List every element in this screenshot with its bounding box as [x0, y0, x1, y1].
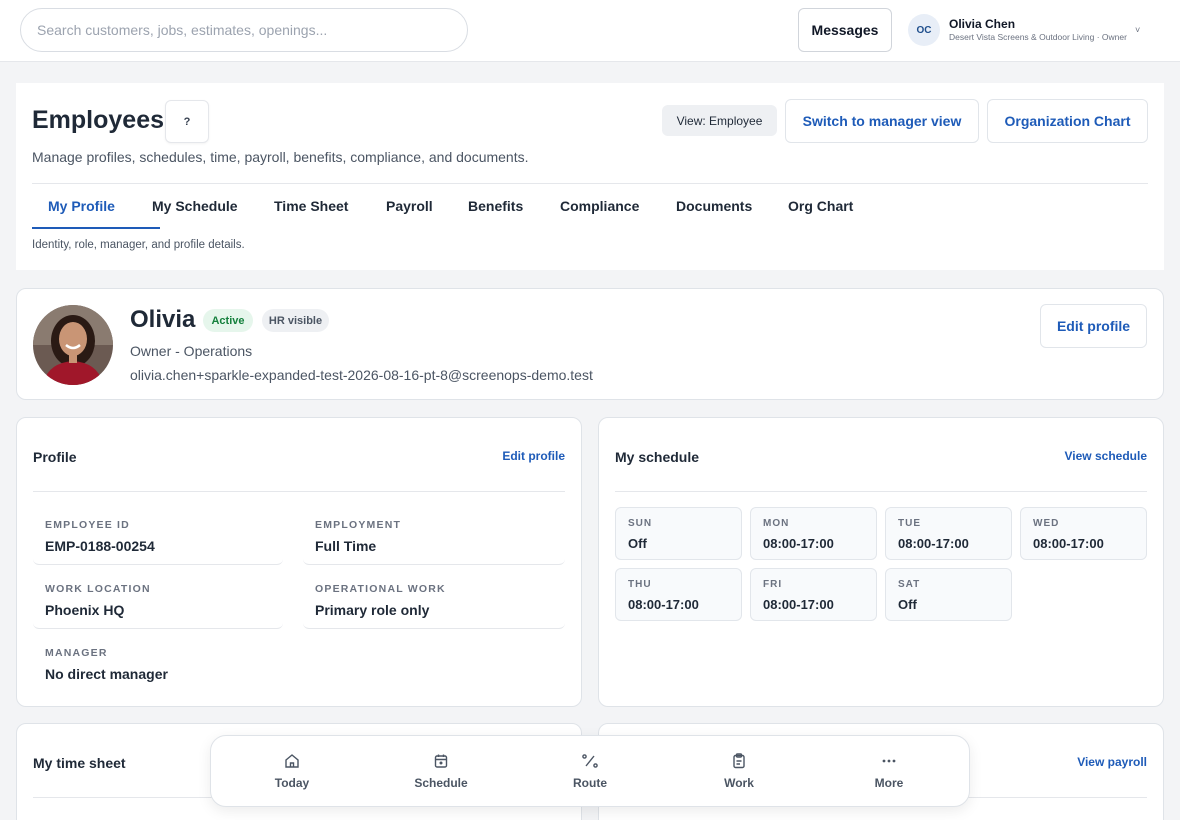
- user-org-role: Desert Vista Screens & Outdoor Living · …: [949, 31, 1127, 42]
- day-label: TUE: [898, 518, 921, 529]
- view-payroll-link[interactable]: View payroll: [1077, 755, 1147, 769]
- schedule-card: My schedule View schedule SUN Off MON 08…: [598, 417, 1164, 707]
- field-value: EMP-0188-00254: [45, 538, 155, 554]
- schedule-day-sun: SUN Off: [615, 507, 742, 560]
- nav-today[interactable]: Today: [247, 752, 337, 790]
- schedule-day-mon: MON 08:00-17:00: [750, 507, 877, 560]
- view-schedule-link[interactable]: View schedule: [1065, 449, 1147, 463]
- day-hours: 08:00-17:00: [1033, 536, 1104, 551]
- calendar-icon: [433, 752, 449, 770]
- field-label: WORK LOCATION: [45, 583, 151, 595]
- tab-my-schedule[interactable]: My Schedule: [152, 198, 238, 214]
- field-value: Primary role only: [315, 602, 430, 618]
- messages-button[interactable]: Messages: [798, 8, 892, 52]
- day-label: MON: [763, 518, 790, 529]
- day-label: FRI: [763, 579, 783, 590]
- field-label: OPERATIONAL WORK: [315, 583, 446, 595]
- card-title: My schedule: [615, 449, 700, 465]
- day-hours: 08:00-17:00: [763, 597, 834, 612]
- tab-compliance[interactable]: Compliance: [560, 198, 639, 214]
- day-label: THU: [628, 579, 652, 590]
- status-badge: Active: [203, 309, 253, 332]
- field-label: EMPLOYEE ID: [45, 519, 130, 531]
- switch-manager-view-button[interactable]: Switch to manager view: [785, 99, 979, 143]
- clipboard-icon: [731, 752, 747, 770]
- page-subtitle: Manage profiles, schedules, time, payrol…: [32, 149, 529, 165]
- avatar: OC: [908, 14, 940, 46]
- day-label: SUN: [628, 518, 653, 529]
- home-icon: [284, 752, 300, 770]
- field-manager: MANAGER No direct manager: [33, 637, 283, 693]
- search-input[interactable]: [21, 9, 467, 51]
- nav-work[interactable]: Work: [694, 752, 784, 790]
- nav-schedule[interactable]: Schedule: [396, 752, 486, 790]
- top-bar: Messages OC Olivia Chen Desert Vista Scr…: [0, 0, 1180, 62]
- tab-time-sheet[interactable]: Time Sheet: [274, 198, 348, 214]
- day-hours: 08:00-17:00: [898, 536, 969, 551]
- nav-label: Work: [724, 776, 754, 790]
- tab-org-chart[interactable]: Org Chart: [788, 198, 853, 214]
- tab-documents[interactable]: Documents: [676, 198, 752, 214]
- tab-payroll[interactable]: Payroll: [386, 198, 433, 214]
- visibility-badge: HR visible: [262, 309, 329, 332]
- day-hours: 08:00-17:00: [628, 597, 699, 612]
- bottom-navigation: Today Schedule Route Work More: [210, 735, 970, 807]
- nav-label: Today: [274, 776, 310, 790]
- field-operational-work: OPERATIONAL WORK Primary role only: [303, 573, 565, 629]
- search-box[interactable]: [20, 8, 468, 52]
- user-menu[interactable]: OC Olivia Chen Desert Vista Screens & Ou…: [908, 13, 1168, 47]
- field-work-location: WORK LOCATION Phoenix HQ: [33, 573, 283, 629]
- edit-profile-link[interactable]: Edit profile: [502, 449, 565, 463]
- more-icon: [881, 752, 897, 770]
- day-label: WED: [1033, 518, 1060, 529]
- profile-photo: [33, 305, 113, 385]
- tab-benefits[interactable]: Benefits: [468, 198, 523, 214]
- schedule-day-fri: FRI 08:00-17:00: [750, 568, 877, 621]
- schedule-day-thu: THU 08:00-17:00: [615, 568, 742, 621]
- profile-details-card: Profile Edit profile EMPLOYEE ID EMP-018…: [16, 417, 582, 707]
- day-hours: Off: [898, 597, 917, 612]
- field-value: Phoenix HQ: [45, 602, 125, 618]
- tabs-divider: [32, 183, 1148, 184]
- page-title: Employees: [32, 106, 165, 134]
- field-label: MANAGER: [45, 647, 108, 659]
- nav-label: Schedule: [414, 776, 468, 790]
- schedule-day-sat: SAT Off: [885, 568, 1012, 621]
- organization-chart-button[interactable]: Organization Chart: [987, 99, 1148, 143]
- card-title: My time sheet: [33, 755, 126, 771]
- divider: [33, 491, 565, 492]
- field-value: Full Time: [315, 538, 377, 554]
- card-title: Profile: [33, 449, 77, 465]
- active-tab-indicator: [32, 227, 160, 229]
- schedule-day-tue: TUE 08:00-17:00: [885, 507, 1012, 560]
- user-name: Olivia Chen: [949, 16, 1016, 31]
- tab-my-profile[interactable]: My Profile: [48, 198, 115, 214]
- view-mode-pill: View: Employee: [662, 105, 777, 136]
- profile-name: Olivia: [130, 306, 196, 333]
- profile-summary-card: Olivia Active HR visible Owner - Operati…: [16, 288, 1164, 400]
- profile-email: olivia.chen+sparkle-expanded-test-2026-0…: [130, 367, 593, 383]
- schedule-day-wed: WED 08:00-17:00: [1020, 507, 1147, 560]
- edit-profile-button[interactable]: Edit profile: [1040, 304, 1147, 348]
- field-value: No direct manager: [45, 666, 168, 682]
- field-employee-id: EMPLOYEE ID EMP-0188-00254: [33, 509, 283, 565]
- field-label: EMPLOYMENT: [315, 519, 402, 531]
- day-hours: Off: [628, 536, 647, 551]
- nav-more[interactable]: More: [844, 752, 934, 790]
- page-header: Employees ? Manage profiles, schedules, …: [16, 83, 1164, 270]
- nav-label: More: [874, 776, 904, 790]
- day-hours: 08:00-17:00: [763, 536, 834, 551]
- help-button[interactable]: ?: [165, 100, 209, 143]
- chevron-down-icon[interactable]: ˅: [1135, 25, 1140, 35]
- divider: [615, 491, 1147, 492]
- profile-role: Owner - Operations: [130, 343, 253, 359]
- nav-route[interactable]: Route: [545, 752, 635, 790]
- nav-label: Route: [573, 776, 607, 790]
- field-employment: EMPLOYMENT Full Time: [303, 509, 565, 565]
- route-icon: [581, 752, 599, 770]
- day-label: SAT: [898, 579, 921, 590]
- tab-description: Identity, role, manager, and profile det…: [32, 239, 245, 251]
